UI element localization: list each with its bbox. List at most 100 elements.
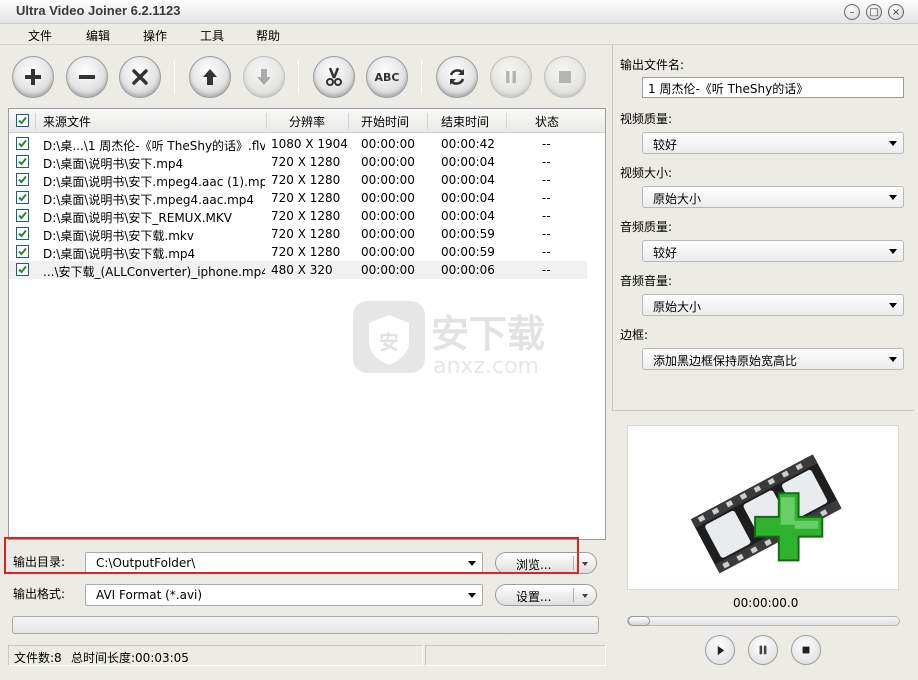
cell-status: -- [542, 191, 551, 205]
cell-resolution: 720 X 1280 [271, 227, 341, 241]
stop-button[interactable] [544, 56, 586, 98]
table-row[interactable]: ...\安下载_(ALLConverter)_iphone.mp4 480 X 3… [9, 261, 587, 279]
cell-resolution: 480 X 320 [271, 263, 333, 277]
chevron-down-icon [889, 195, 897, 200]
menu-tools[interactable]: 工具 [200, 27, 224, 44]
video-size-select[interactable]: 原始大小 [642, 186, 904, 208]
close-icon[interactable]: × [888, 4, 904, 20]
table-row[interactable]: D:\桌...\1 周杰伦-《听 TheShy的话》.flv 1080 X 190… [9, 135, 587, 153]
chevron-down-icon [468, 593, 476, 598]
convert-button[interactable] [436, 56, 478, 98]
table-row[interactable]: D:\桌面\说明书\安下.mp4 720 X 1280 00:00:00 00:00:… [9, 153, 587, 171]
row-checkbox[interactable] [16, 137, 29, 150]
audio-quality-select[interactable]: 较好 [642, 240, 904, 262]
check-icon [18, 211, 27, 220]
cut-button[interactable] [313, 56, 355, 98]
output-format-label: 输出格式: [13, 587, 66, 601]
move-up-button[interactable] [189, 56, 231, 98]
column-status[interactable]: 状态 [535, 113, 559, 130]
table-row[interactable]: D:\桌面\说明书\安下载.mkv 720 X 1280 00:00:00 00:00… [9, 225, 587, 243]
menu-actions[interactable]: 操作 [143, 27, 167, 44]
audio-volume-select[interactable]: 原始大小 [642, 294, 904, 316]
cell-resolution: 1080 X 1904 [271, 137, 348, 151]
minimize-icon[interactable]: – [844, 4, 860, 20]
cell-status: -- [542, 227, 551, 241]
cell-start: 00:00:00 [361, 155, 415, 169]
audio-volume-value: 原始大小 [653, 300, 702, 314]
file-count: 文件数:8 [14, 651, 62, 665]
clear-button[interactable] [119, 56, 161, 98]
column-resolution[interactable]: 分辨率 [289, 113, 325, 130]
cell-resolution: 720 X 1280 [271, 155, 341, 169]
audio-volume-label: 音频音量: [620, 274, 673, 288]
watermark-badge: 安 [379, 330, 399, 354]
output-filename-label: 输出文件名: [620, 58, 685, 72]
cell-start: 00:00:00 [361, 137, 415, 151]
check-icon [18, 157, 27, 166]
header-separator [506, 113, 507, 129]
rename-button[interactable]: ABC [366, 56, 408, 98]
cell-start: 00:00:00 [361, 263, 415, 277]
preview-slider[interactable] [627, 616, 900, 626]
row-checkbox[interactable] [16, 263, 29, 276]
column-source[interactable]: 来源文件 [43, 113, 91, 130]
window-title: Ultra Video Joiner 6.2.1123 [16, 3, 181, 18]
chevron-down-icon [582, 594, 588, 598]
menu-help[interactable]: 帮助 [256, 27, 280, 44]
row-checkbox[interactable] [16, 209, 29, 222]
maximize-icon[interactable]: □ [866, 4, 882, 20]
video-size-label: 视频大小: [620, 166, 673, 180]
check-icon [18, 175, 27, 184]
menu-edit[interactable]: 编辑 [86, 27, 110, 44]
table-row[interactable]: D:\桌面\说明书\安下载.mp4 720 X 1280 00:00:00 00:00… [9, 243, 587, 261]
column-end-time[interactable]: 结束时间 [441, 113, 489, 130]
preview-time: 00:00:00.0 [733, 596, 799, 610]
output-filename-field[interactable]: 1 周杰伦-《听 TheShy的话》 [642, 77, 904, 98]
cell-source: ...\安下载_(ALLConverter)_iphone.mp4 [43, 265, 265, 279]
cell-start: 00:00:00 [361, 227, 415, 241]
play-button[interactable] [705, 635, 735, 665]
remove-button[interactable] [66, 56, 108, 98]
toolbar: ABC [6, 50, 606, 106]
pause-preview-button[interactable] [748, 635, 778, 665]
cell-status: -- [542, 137, 551, 151]
move-down-button[interactable] [243, 56, 285, 98]
select-all-checkbox[interactable] [16, 114, 29, 127]
cell-end: 00:00:59 [441, 245, 495, 259]
file-list-header: 来源文件 分辨率 开始时间 结束时间 状态 [9, 109, 605, 133]
row-checkbox[interactable] [16, 245, 29, 258]
chevron-down-icon [582, 562, 588, 566]
slider-thumb[interactable] [628, 616, 650, 626]
output-format-combo[interactable]: AVI Format (*.avi) [85, 584, 483, 606]
cell-start: 00:00:00 [361, 173, 415, 187]
abc-icon: ABC [374, 70, 400, 84]
row-checkbox[interactable] [16, 173, 29, 186]
cell-resolution: 720 X 1280 [271, 191, 341, 205]
row-checkbox[interactable] [16, 155, 29, 168]
cell-source: D:\桌面\说明书\安下_REMUX.MKV [43, 211, 232, 225]
arrow-down-icon [257, 69, 271, 85]
panel-divider [612, 410, 914, 411]
settings-button[interactable]: 设置... [495, 584, 597, 606]
table-row[interactable]: D:\桌面\说明书\安下.mpeg4.aac.mp4 720 X 1280 00:0… [9, 189, 587, 207]
border-label: 边框: [620, 328, 649, 342]
toolbar-separator [421, 60, 422, 94]
stop-preview-button[interactable] [791, 635, 821, 665]
border-select[interactable]: 添加黑边框保持原始宽高比 [642, 348, 904, 370]
menu-file[interactable]: 文件 [28, 27, 52, 44]
add-button[interactable] [12, 56, 54, 98]
cell-end: 00:00:04 [441, 173, 495, 187]
highlight-box [4, 537, 579, 574]
output-format-value: AVI Format (*.avi) [96, 588, 203, 602]
progress-bar [12, 616, 599, 634]
border-value: 添加黑边框保持原始宽高比 [653, 354, 798, 368]
video-quality-select[interactable]: 较好 [642, 132, 904, 154]
toolbar-separator [298, 60, 299, 94]
row-checkbox[interactable] [16, 191, 29, 204]
column-start-time[interactable]: 开始时间 [361, 113, 409, 130]
table-row[interactable]: D:\桌面\说明书\安下_REMUX.MKV 720 X 1280 00:00:00… [9, 207, 587, 225]
row-checkbox[interactable] [16, 227, 29, 240]
table-row[interactable]: D:\桌面\说明书\安下.mpeg4.aac (1).mp4 720 X 1280… [9, 171, 587, 189]
cell-source: D:\桌面\说明书\安下.mpeg4.aac.mp4 [43, 193, 255, 207]
pause-button[interactable] [490, 56, 532, 98]
